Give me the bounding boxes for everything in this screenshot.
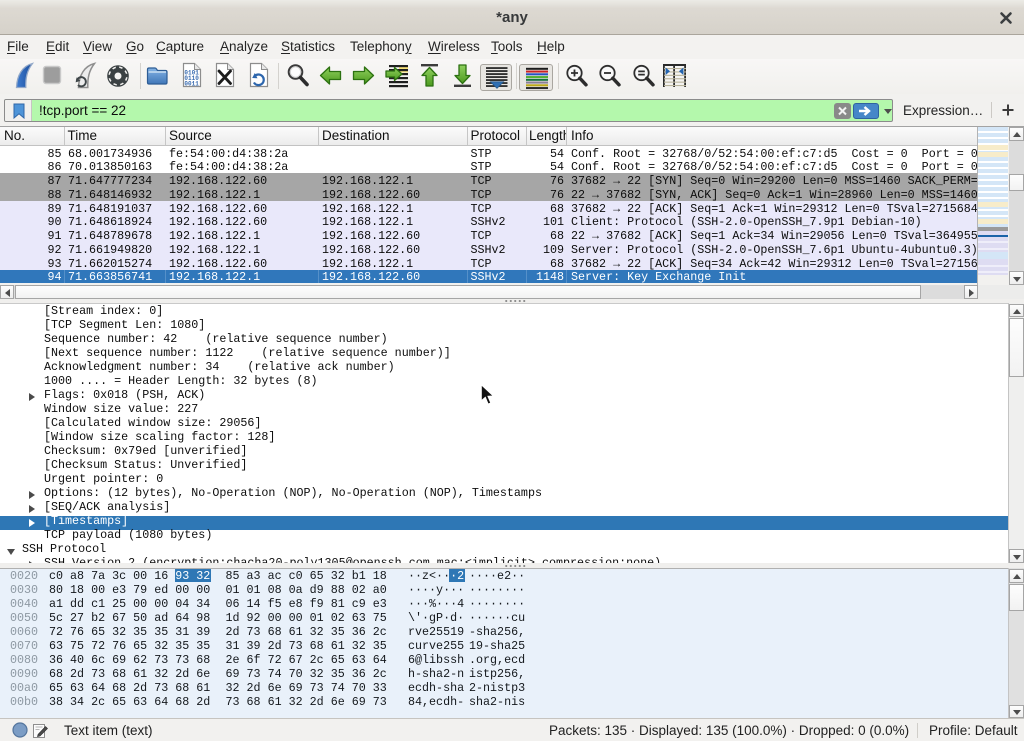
svg-text:0011: 0011 xyxy=(184,81,199,88)
